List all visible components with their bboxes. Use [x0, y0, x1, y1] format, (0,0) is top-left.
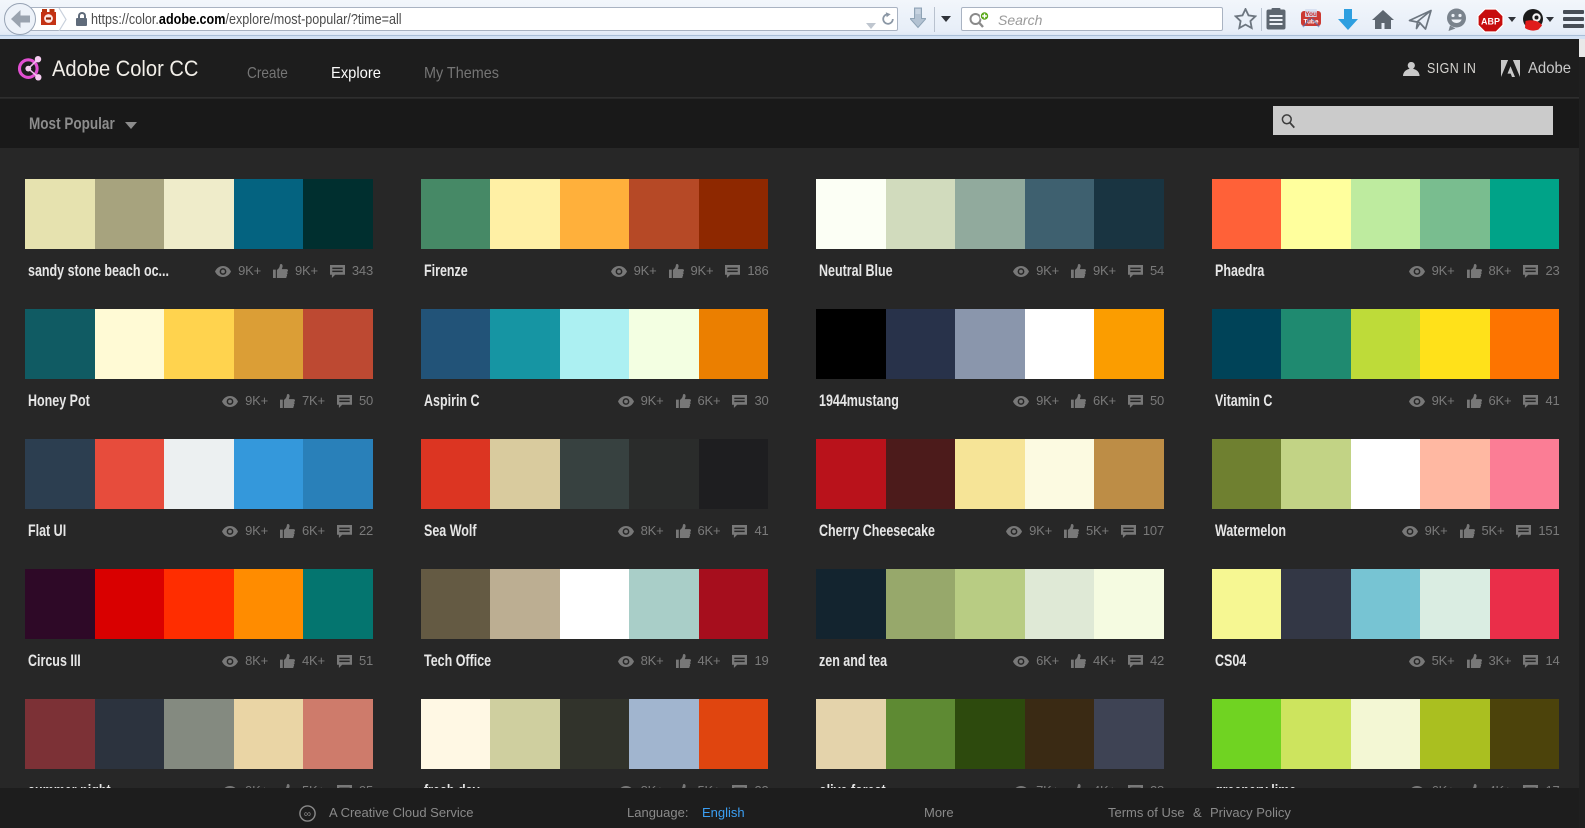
- svg-text:You: You: [1305, 11, 1317, 18]
- svg-text:∞: ∞: [304, 809, 311, 820]
- svg-text:ABP: ABP: [1481, 17, 1500, 27]
